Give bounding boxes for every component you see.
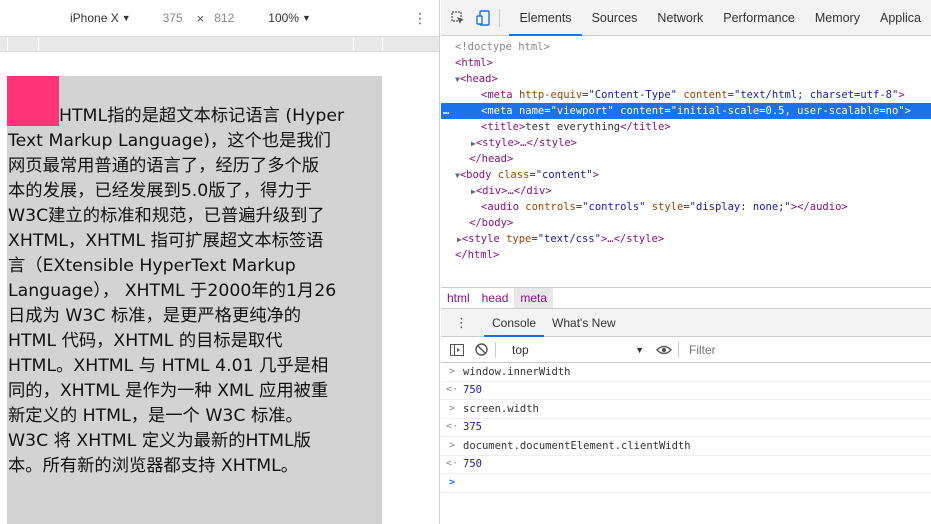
paragraph-line: 日成为 W3C 标准，是更严格更纯净的 bbox=[8, 306, 302, 326]
breadcrumb-meta[interactable]: meta bbox=[514, 288, 554, 308]
paragraph-line: HTML 代码，XHTML 的目标是取代 bbox=[8, 331, 283, 351]
paragraph-line: 同的，XHTML 是作为一种 XML 应用被重 bbox=[8, 381, 329, 401]
breadcrumb-head[interactable]: head bbox=[476, 291, 515, 305]
breadcrumb-html[interactable]: html bbox=[441, 291, 476, 305]
tab-network[interactable]: Network bbox=[647, 0, 713, 36]
emulated-viewport[interactable]: HTML指的是超文本标记语言 (Hyper Text Markup Langua… bbox=[7, 76, 382, 524]
devtools-tabbar: Elements Sources Network Performance Mem… bbox=[441, 0, 931, 36]
tab-performance[interactable]: Performance bbox=[713, 0, 805, 36]
caret-down-icon: ▼ bbox=[635, 344, 644, 355]
paragraph-line: 新定义的 HTML，是一个 W3C 标准。 bbox=[8, 406, 303, 426]
console-input-row: > window.innerWidth bbox=[441, 363, 931, 382]
device-select[interactable]: iPhone X ▼ bbox=[70, 11, 131, 25]
output-arrow-icon: <· bbox=[445, 458, 459, 470]
console-result[interactable]: 750 bbox=[463, 381, 482, 399]
paragraph-line: 本的发展，已经发展到5.0版了，得力于 bbox=[8, 181, 312, 201]
dom-node-div[interactable]: ▶<div>…</div> bbox=[441, 183, 931, 199]
console-input-row: > screen.width bbox=[441, 400, 931, 419]
zoom-select[interactable]: 100% ▼ bbox=[268, 11, 311, 25]
paragraph-line: 网页最常用普通的语言了，经历了多个版 bbox=[8, 156, 320, 176]
paragraph-line: Language）， XHTML 于2000年的1月26 bbox=[8, 281, 337, 301]
dom-node-body[interactable]: ▼<body class="content"> bbox=[441, 167, 931, 183]
console-result[interactable]: 375 bbox=[463, 418, 482, 436]
dom-node-meta-viewport[interactable]: … <meta name="viewport" content="initial… bbox=[441, 103, 931, 119]
toolbar-divider bbox=[498, 8, 500, 27]
device-toggle-icon[interactable] bbox=[476, 9, 491, 26]
console-result[interactable]: 750 bbox=[463, 455, 482, 473]
paragraph-line: HTML。XHTML 与 HTML 4.01 几乎是相 bbox=[8, 356, 329, 376]
caret-down-icon: ▼ bbox=[301, 13, 311, 23]
zoom-value: 100% bbox=[268, 11, 299, 25]
tab-console[interactable]: Console bbox=[484, 309, 545, 337]
paragraph-line: Text Markup Language)，这个也是我们 bbox=[8, 131, 331, 151]
input-chevron-icon: > bbox=[448, 439, 456, 451]
dom-node-style-css[interactable]: ▶<style type="text/css">…</style> bbox=[441, 231, 931, 247]
dom-node-html[interactable]: <html> bbox=[441, 55, 931, 71]
dom-node-html-close[interactable]: </html> bbox=[441, 247, 931, 263]
width-input[interactable]: 375 bbox=[163, 11, 183, 25]
dom-node-audio[interactable]: <audio controls="controls" style="displa… bbox=[441, 199, 931, 215]
device-toolbar: iPhone X ▼ 375 × 812 100% ▼ ⋮ bbox=[0, 0, 439, 36]
breadcrumb: html head meta bbox=[441, 287, 931, 309]
console-toolbar: top ▼ bbox=[441, 337, 931, 363]
console-log: > window.innerWidth <· 750 > screen.widt… bbox=[441, 363, 931, 493]
sidebar-toggle-icon[interactable] bbox=[449, 343, 465, 356]
drawer-menu-icon[interactable]: ⋮ bbox=[455, 315, 468, 331]
device-pane: iPhone X ▼ 375 × 812 100% ▼ ⋮ HTML指的是超文本… bbox=[0, 0, 440, 524]
devtools-panel: Elements Sources Network Performance Mem… bbox=[441, 0, 931, 524]
output-arrow-icon: <· bbox=[445, 421, 459, 433]
context-value: top bbox=[512, 342, 529, 357]
input-chevron-icon: > bbox=[448, 402, 456, 414]
content-paragraph: HTML指的是超文本标记语言 (Hyper Text Markup Langua… bbox=[7, 76, 382, 479]
tab-sources[interactable]: Sources bbox=[582, 0, 648, 36]
tab-whats-new[interactable]: What's New bbox=[544, 309, 624, 337]
height-input[interactable]: 812 bbox=[214, 11, 234, 25]
console-command[interactable]: window.innerWidth bbox=[463, 363, 570, 381]
console-output-row: <· 750 bbox=[441, 381, 931, 400]
dom-node-head-close[interactable]: </head> bbox=[441, 151, 931, 167]
tab-elements[interactable]: Elements bbox=[509, 0, 582, 36]
paragraph-line: W3C 将 XHTML 定义为最新的HTML版 bbox=[8, 431, 311, 451]
console-command[interactable]: document.documentElement.clientWidth bbox=[463, 437, 691, 455]
toolbar-divider bbox=[495, 341, 496, 358]
inspect-element-icon[interactable] bbox=[451, 10, 466, 26]
dom-node-title[interactable]: <title>test everything</title> bbox=[441, 119, 931, 135]
paragraph-line: 本。所有新的浏览器都支持 XHTML。 bbox=[8, 456, 299, 476]
paragraph-line: 言（EXtensible HyperText Markup bbox=[8, 256, 296, 276]
paragraph-line: W3C建立的标准和规范，已普遍升级到了 bbox=[8, 206, 325, 226]
toolbar-divider bbox=[678, 341, 679, 358]
console-output-row: <· 750 bbox=[441, 455, 931, 474]
paragraph-line: XHTML，XHTML 指可扩展超文本标签语 bbox=[8, 231, 324, 251]
console-prompt[interactable]: > bbox=[441, 474, 931, 493]
console-output-row: <· 375 bbox=[441, 418, 931, 437]
media-query-ruler[interactable] bbox=[0, 36, 439, 52]
clear-console-icon[interactable] bbox=[473, 343, 489, 356]
context-select[interactable]: top ▼ bbox=[512, 343, 644, 357]
dom-node-meta-content-type[interactable]: <meta http-equiv="Content-Type" content=… bbox=[441, 87, 931, 103]
filter-input[interactable] bbox=[689, 342, 889, 357]
tab-memory[interactable]: Memory bbox=[805, 0, 870, 36]
dom-node-body-close[interactable]: </body> bbox=[441, 215, 931, 231]
more-options-icon[interactable]: ⋮ bbox=[413, 10, 427, 27]
drawer-tabbar: ⋮ Console What's New bbox=[441, 309, 931, 337]
dom-node-doctype[interactable]: <!doctype html> bbox=[441, 39, 931, 55]
output-arrow-icon: <· bbox=[445, 384, 459, 396]
device-name: iPhone X bbox=[70, 11, 119, 25]
tab-application[interactable]: Applica bbox=[870, 0, 931, 36]
prompt-chevron-icon: > bbox=[448, 476, 456, 488]
paragraph-line: HTML指的是超文本标记语言 (Hyper bbox=[59, 106, 345, 126]
dom-node-style[interactable]: ▶<style>…</style> bbox=[441, 135, 931, 151]
live-expression-eye-icon[interactable] bbox=[656, 345, 672, 355]
console-input-row: > document.documentElement.clientWidth bbox=[441, 437, 931, 456]
dom-node-head[interactable]: ▼<head> bbox=[441, 71, 931, 87]
selected-node-marker: … bbox=[443, 105, 450, 117]
caret-down-icon: ▼ bbox=[121, 13, 131, 23]
times-icon: × bbox=[196, 10, 205, 26]
input-chevron-icon: > bbox=[448, 365, 456, 377]
dom-tree: <!doctype html> <html> ▼<head> <meta htt… bbox=[441, 36, 931, 263]
console-command[interactable]: screen.width bbox=[463, 400, 539, 418]
pink-square bbox=[7, 76, 59, 126]
